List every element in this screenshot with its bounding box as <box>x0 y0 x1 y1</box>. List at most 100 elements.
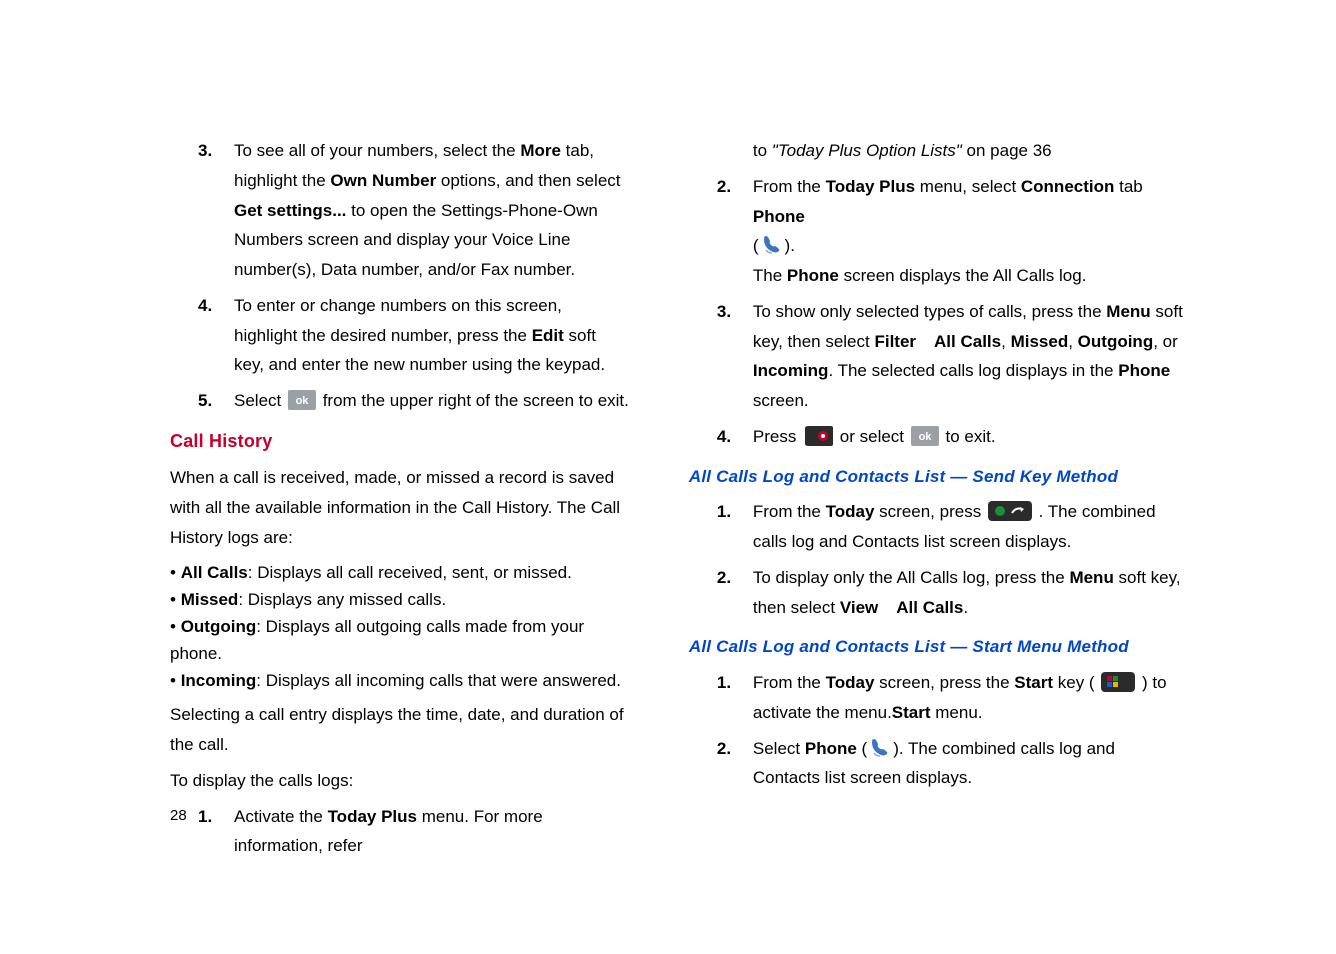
text: . <box>963 598 968 617</box>
bold-today-plus: Today Plus <box>826 177 915 196</box>
step-number: 4. <box>717 422 753 452</box>
text: From the <box>753 673 826 692</box>
text: to exit. <box>941 427 996 446</box>
step-body: Press or select ok to exit. <box>753 422 1186 452</box>
startmenu-step-2: 2. Select Phone (). The combined calls l… <box>717 734 1186 794</box>
call-types-list: All Calls: Displays all call received, s… <box>170 559 629 695</box>
step-4: 4. To enter or change numbers on this sc… <box>198 291 629 380</box>
step-body: To display only the All Calls log, press… <box>753 563 1186 623</box>
text: screen displays the All Calls log. <box>839 266 1087 285</box>
text: Activate the <box>234 807 328 826</box>
step-number: 2. <box>717 172 753 291</box>
step-body: To see all of your numbers, select the M… <box>234 136 629 285</box>
call-history-intro: When a call is received, made, or missed… <box>170 463 629 552</box>
bold-phone: Phone <box>805 739 857 758</box>
step-number: 1. <box>198 802 234 862</box>
step-number: 3. <box>198 136 234 285</box>
label: Missed <box>181 590 239 609</box>
text: menu. <box>931 703 983 722</box>
text: menu. <box>845 703 892 722</box>
paragraph: Selecting a call entry displays the time… <box>170 700 629 760</box>
reference-title: "Today Plus Option Lists" <box>772 141 962 160</box>
step-2: 2. From the Today Plus menu, select Conn… <box>717 172 1186 291</box>
bold-today: Today <box>826 502 875 521</box>
text: Press <box>753 427 801 446</box>
bold-outgoing: Outgoing <box>1078 332 1154 351</box>
label: All Calls <box>181 563 248 582</box>
open-paren: ( <box>753 236 759 255</box>
nested-step-1: 1. Activate the Today Plus menu. For mor… <box>198 802 629 862</box>
bold-phone: Phone <box>753 207 805 226</box>
text: To enter or change numbers on this scree… <box>234 296 562 345</box>
ok-icon: ok <box>911 426 939 446</box>
step-body: Activate the Today Plus menu. For more i… <box>234 802 629 862</box>
right-column: to "Today Plus Option Lists" on page 36 … <box>689 130 1186 867</box>
text: screen, press the <box>874 673 1014 692</box>
send-key-icon <box>988 501 1032 521</box>
heading-call-history: Call History <box>170 426 629 458</box>
bold-connection: Connection <box>1021 177 1115 196</box>
comma: , <box>1001 332 1010 351</box>
comma: , <box>1068 332 1077 351</box>
text: From the <box>753 177 826 196</box>
heading-send-key-method: All Calls Log and Contacts List — Send K… <box>689 462 1186 492</box>
text: or select <box>835 427 909 446</box>
text: Select <box>234 391 286 410</box>
desc: : Displays all call received, sent, or m… <box>248 563 572 582</box>
bold-all-calls: All Calls <box>934 332 1001 351</box>
close-paren: ). <box>785 236 795 255</box>
bold-filter: Filter <box>874 332 916 351</box>
text: , or <box>1153 332 1178 351</box>
text: From the <box>753 502 826 521</box>
phone-icon <box>761 233 783 255</box>
text: screen. <box>753 391 809 410</box>
sendkey-step-1: 1. From the Today screen, press . The co… <box>717 497 1186 557</box>
continuation-line: to "Today Plus Option Lists" on page 36 <box>753 136 1186 166</box>
bold-edit: Edit <box>532 326 564 345</box>
desc: : Displays any missed calls. <box>238 590 446 609</box>
bold-own-number: Own Number <box>330 171 436 190</box>
start-key-icon <box>1101 672 1135 692</box>
phone-icon <box>869 736 891 758</box>
step-number: 2. <box>717 563 753 623</box>
step-number: 1. <box>717 668 753 728</box>
end-key-icon <box>803 426 833 446</box>
list-item: All Calls: Displays all call received, s… <box>170 559 629 586</box>
label: Outgoing <box>181 617 257 636</box>
text: screen, press <box>874 502 986 521</box>
text: from the upper right of the screen to ex… <box>318 391 629 410</box>
step-3: 3. To see all of your numbers, select th… <box>198 136 629 285</box>
heading-start-menu-method: All Calls Log and Contacts List — Start … <box>689 632 1186 662</box>
step-body: From the Today Plus menu, select Connect… <box>753 172 1186 291</box>
bold-today: Today <box>826 673 875 692</box>
text: To display only the All Calls log, press… <box>753 568 1070 587</box>
bold-all-calls: All Calls <box>896 598 963 617</box>
startmenu-step-1: 1. From the Today screen, press the Star… <box>717 668 1186 728</box>
bold-today-plus: Today Plus <box>328 807 417 826</box>
text: . The selected calls log displays in the <box>828 361 1118 380</box>
bold-view: View <box>840 598 878 617</box>
svg-text:ok: ok <box>918 431 932 443</box>
text: Select <box>753 739 805 758</box>
bold-incoming: Incoming <box>753 361 829 380</box>
bold-more: More <box>520 141 561 160</box>
step-number: 4. <box>198 291 234 380</box>
left-column: 3. To see all of your numbers, select th… <box>170 130 629 867</box>
step-3: 3. To show only selected types of calls,… <box>717 297 1186 416</box>
step-4: 4. Press or select ok to exit. <box>717 422 1186 452</box>
step-body: To show only selected types of calls, pr… <box>753 297 1186 416</box>
text: To see all of your numbers, select the <box>234 141 520 160</box>
paragraph: To display the calls logs: <box>170 766 629 796</box>
bold-start: Start <box>892 703 931 722</box>
ok-icon: ok <box>288 390 316 410</box>
bold-menu: Menu <box>1106 302 1150 321</box>
svg-text:ok: ok <box>296 395 310 407</box>
step-body: To enter or change numbers on this scree… <box>234 291 629 380</box>
text: on page 36 <box>962 141 1052 160</box>
step-body: From the Today screen, press . The combi… <box>753 497 1186 557</box>
step-body: Select ok from the upper right of the sc… <box>234 386 629 416</box>
page-number: 28 <box>170 807 187 824</box>
page-content: 3. To see all of your numbers, select th… <box>170 130 1186 867</box>
list-item: Incoming: Displays all incoming calls th… <box>170 667 629 694</box>
text: options, and then select <box>436 171 620 190</box>
